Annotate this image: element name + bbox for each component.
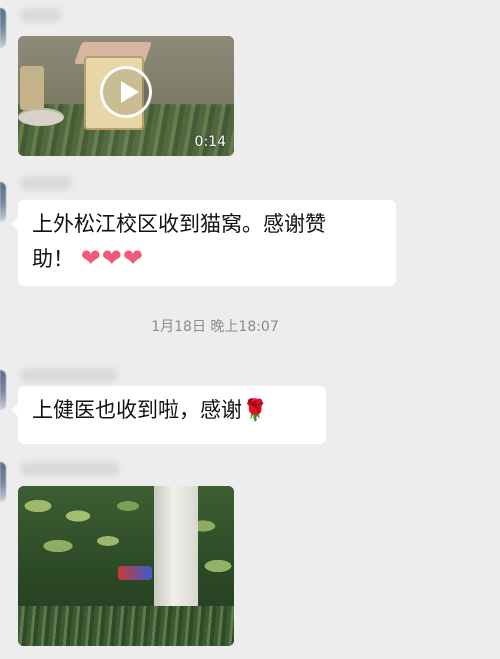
video-message[interactable]: 0:14 <box>18 36 234 156</box>
video-thumbnail-bowl <box>18 108 64 126</box>
photo-grass <box>18 606 234 646</box>
sender-name <box>20 368 118 382</box>
video-thumbnail-box <box>20 66 44 110</box>
message-text: 上健医也收到啦，感谢 <box>32 398 242 422</box>
avatar[interactable] <box>0 370 6 410</box>
message-bubble[interactable]: 上外松江校区收到猫窝。感谢赞 助！ ❤❤❤ <box>11 200 396 286</box>
play-icon[interactable] <box>100 66 152 118</box>
sender-name <box>20 176 72 190</box>
heart-icon: ❤❤❤ <box>80 244 145 272</box>
sender-name <box>20 8 62 22</box>
timestamp: 1月18日 晚上18:07 <box>151 319 279 335</box>
message-bubble[interactable]: 上健医也收到啦，感谢🌹 <box>11 386 326 444</box>
avatar[interactable] <box>0 8 6 48</box>
sender-name <box>20 462 120 476</box>
avatar[interactable] <box>0 182 6 222</box>
video-duration: 0:14 <box>194 134 226 150</box>
image-message[interactable] <box>18 486 234 646</box>
photo-tree-trunk <box>154 486 198 618</box>
message-text: 上外松江校区收到猫窝。感谢赞 <box>32 212 326 236</box>
avatar[interactable] <box>0 462 6 502</box>
photo-cat-nest <box>118 566 152 580</box>
message-text-continued: 助！ <box>32 247 74 271</box>
rose-icon: 🌹 <box>242 398 269 422</box>
